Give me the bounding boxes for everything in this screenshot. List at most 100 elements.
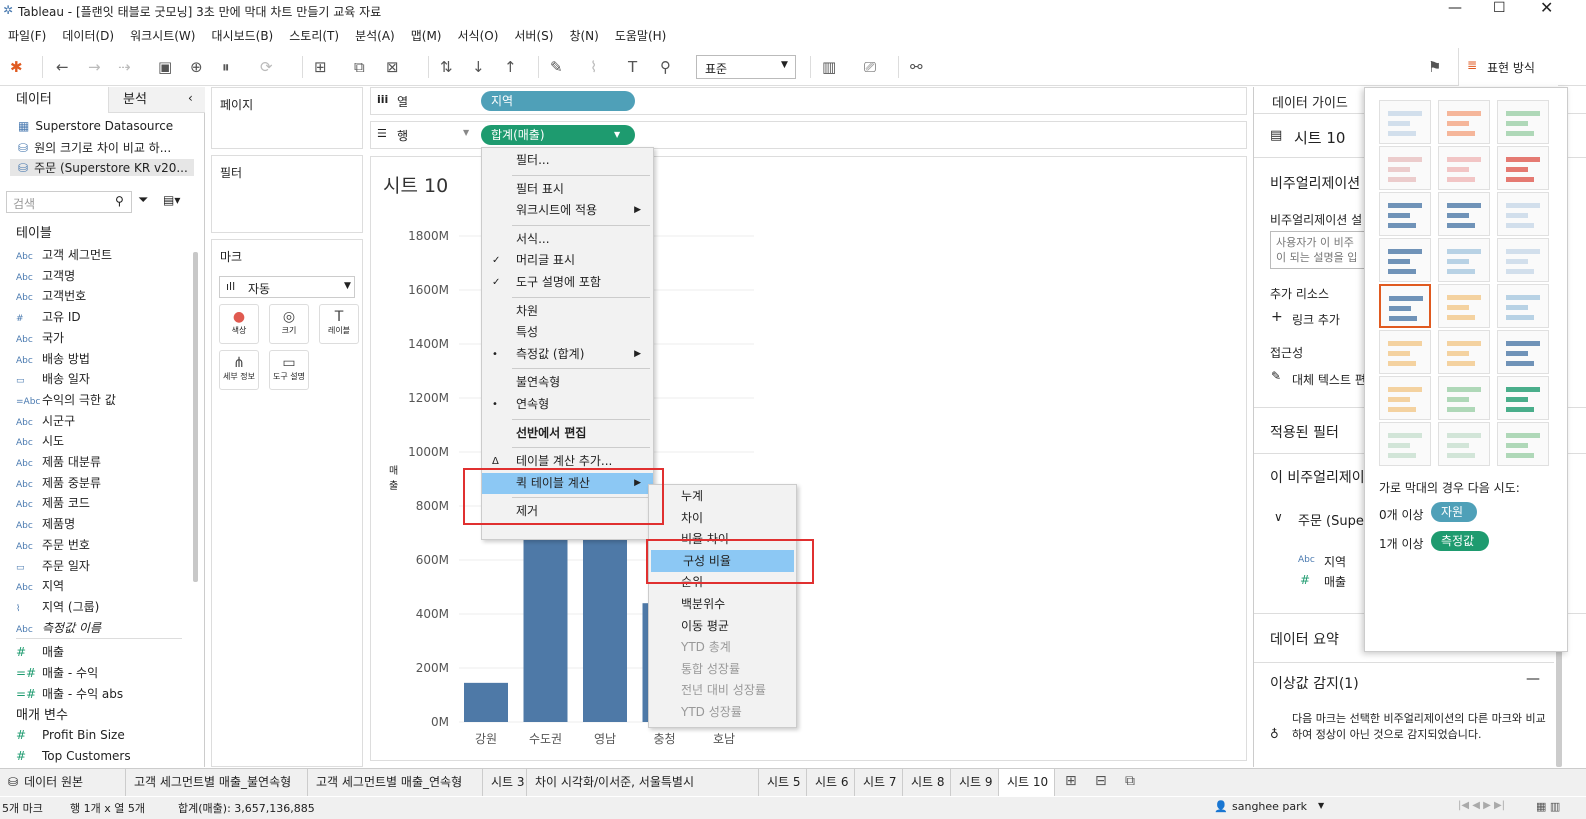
dimension-field[interactable]: ⌇ 지역 (그룹) bbox=[16, 598, 99, 615]
datasource-item[interactable]: ⛁ 주문 (Superstore KR v20... bbox=[10, 159, 194, 176]
dimension-field[interactable]: ▭ 주문 일자 bbox=[16, 557, 90, 574]
view-icons[interactable]: ▦ ▥ bbox=[1536, 800, 1560, 813]
sheet-tab[interactable]: 시트 6 bbox=[807, 769, 855, 796]
search-input[interactable]: 검색 ⚲ bbox=[6, 191, 132, 213]
tableau-home-icon[interactable]: ✱ bbox=[10, 56, 23, 78]
sheet-tab[interactable]: 시트 8 bbox=[903, 769, 951, 796]
dimension-field[interactable]: Abc 제품명 bbox=[16, 515, 75, 532]
filter-icon[interactable]: ⏷ bbox=[138, 193, 148, 208]
new-dashboard-icon[interactable]: ⊟ bbox=[1095, 773, 1107, 789]
refresh-icon[interactable]: ⟳ bbox=[260, 56, 273, 78]
rows-pill[interactable]: 합계(매출) ▼ bbox=[481, 125, 635, 145]
menu-item[interactable]: 데이터(D) bbox=[62, 25, 114, 47]
chart-type-thumbnail[interactable] bbox=[1438, 376, 1490, 420]
measure-field[interactable]: =# 매출 - 수익 bbox=[16, 664, 98, 681]
chevron-down-icon[interactable]: ▼ bbox=[614, 125, 620, 145]
submenu-item[interactable]: 백분위수 bbox=[649, 593, 796, 615]
dimension-field[interactable]: Abc 제품 대분류 bbox=[16, 453, 101, 470]
chart-type-thumbnail[interactable] bbox=[1497, 100, 1549, 144]
clear-sheet-icon[interactable]: ⊠ bbox=[386, 56, 399, 78]
sheet-tab[interactable]: 시트 3 bbox=[483, 769, 527, 796]
sheet-tab[interactable]: 차이 시각화/이서준, 서울특별시 bbox=[527, 769, 759, 796]
context-menu-item[interactable]: 필터... bbox=[482, 150, 653, 171]
chart-type-thumbnail[interactable] bbox=[1497, 376, 1549, 420]
context-menu-item[interactable]: 선반에서 편집 bbox=[482, 423, 653, 444]
dimension-field[interactable]: # 고유 ID bbox=[16, 308, 81, 325]
dimension-field[interactable]: Abc 고객 세그먼트 bbox=[16, 246, 112, 263]
context-menu-item[interactable]: • 연속형 bbox=[482, 394, 653, 415]
chart-type-thumbnail[interactable] bbox=[1379, 284, 1431, 328]
menu-item[interactable]: 서버(S) bbox=[514, 25, 553, 47]
new-story-icon[interactable]: ⧉ bbox=[1125, 773, 1135, 789]
chart-type-thumbnail[interactable] bbox=[1438, 330, 1490, 374]
duplicate-sheet-icon[interactable]: ⧉ bbox=[354, 56, 365, 78]
dimension-field[interactable]: =Abc 수익의 극한 값 bbox=[16, 391, 116, 408]
fit-dropdown[interactable]: 표준 ▼ bbox=[696, 55, 796, 79]
menu-item[interactable]: 분석(A) bbox=[355, 25, 395, 47]
chart-type-thumbnail[interactable] bbox=[1497, 146, 1549, 190]
chevron-down-icon[interactable]: ∨ bbox=[1274, 510, 1283, 524]
dimension-field[interactable]: Abc 시도 bbox=[16, 432, 64, 449]
columns-pill[interactable]: 지역 bbox=[481, 91, 635, 111]
maximize-icon[interactable]: ☐ bbox=[1493, 0, 1506, 16]
submenu-item[interactable]: 이동 평균 bbox=[649, 615, 796, 637]
measure-field[interactable]: =# 매출 - 수익 abs bbox=[16, 685, 123, 702]
dimension-field[interactable]: Abc 주문 번호 bbox=[16, 536, 90, 553]
tooltip-button[interactable]: ▭ 도구 설명 bbox=[269, 350, 309, 390]
dimension-field[interactable]: Abc 국가 bbox=[16, 329, 64, 346]
chart-type-thumbnail[interactable] bbox=[1438, 238, 1490, 282]
show-cards-icon[interactable]: ▥ bbox=[822, 56, 836, 78]
chart-type-thumbnail[interactable] bbox=[1438, 100, 1490, 144]
chart-type-thumbnail[interactable] bbox=[1438, 422, 1490, 466]
chart-type-thumbnail[interactable] bbox=[1497, 422, 1549, 466]
menu-item[interactable]: 도움말(H) bbox=[615, 25, 667, 47]
datasource-item[interactable]: ▦ Superstore Datasource bbox=[18, 119, 198, 133]
plus-icon[interactable]: + bbox=[1271, 309, 1283, 325]
context-menu-item[interactable]: ✓ 도구 설명에 포함 bbox=[482, 272, 653, 293]
group-icon[interactable]: ⌇ bbox=[590, 56, 597, 78]
size-button[interactable]: ◎ 크기 bbox=[269, 304, 309, 344]
sheet-tab[interactable]: 고객 세그먼트별 매출_연속형 bbox=[308, 769, 483, 796]
bar[interactable] bbox=[464, 682, 508, 722]
chart-type-thumbnail[interactable] bbox=[1438, 192, 1490, 236]
chart-type-thumbnail[interactable] bbox=[1379, 376, 1431, 420]
chart-type-thumbnail[interactable] bbox=[1497, 284, 1549, 328]
view-options-icon[interactable]: ▤▾ bbox=[163, 193, 180, 207]
chart-type-thumbnail[interactable] bbox=[1379, 422, 1431, 466]
alt-text-button[interactable]: 대체 텍스트 편 bbox=[1292, 371, 1366, 388]
menu-item[interactable]: 파일(F) bbox=[8, 25, 46, 47]
menu-item[interactable]: 맵(M) bbox=[411, 25, 442, 47]
context-menu-item[interactable]: 차원 bbox=[482, 301, 653, 322]
presentation-icon[interactable]: ⎚ bbox=[864, 56, 876, 78]
chart-type-thumbnail[interactable] bbox=[1379, 192, 1431, 236]
parameter-item[interactable]: # Top Customers bbox=[16, 749, 131, 763]
chart-type-thumbnail[interactable] bbox=[1438, 284, 1490, 328]
context-menu-item[interactable]: 특성 bbox=[482, 322, 653, 343]
sheet-tab[interactable]: 시트 7 bbox=[855, 769, 903, 796]
collapse-icon[interactable]: — bbox=[1526, 671, 1540, 687]
chart-type-thumbnail[interactable] bbox=[1379, 238, 1431, 282]
sheet-tab[interactable]: 시트 9 bbox=[951, 769, 999, 796]
context-menu-item[interactable]: 워크시트에 적용 ▶ bbox=[482, 200, 653, 221]
label-button[interactable]: T 레이블 bbox=[319, 304, 359, 344]
context-menu-item[interactable]: • 측정값 (합계) ▶ bbox=[482, 344, 653, 365]
pencil-icon[interactable]: ✎ bbox=[1271, 369, 1281, 383]
measure-field[interactable]: # 매출 bbox=[16, 643, 64, 660]
sort-asc-icon[interactable]: ↓ bbox=[472, 56, 485, 78]
sheet-tab[interactable]: 시트 10 bbox=[999, 769, 1055, 796]
sheet-tab[interactable]: 시트 5 bbox=[759, 769, 807, 796]
datasource-item[interactable]: ⛁ 원의 크기로 차이 비교 하... bbox=[18, 139, 198, 156]
labels-icon[interactable]: T bbox=[628, 56, 637, 78]
menu-item[interactable]: 서식(O) bbox=[458, 25, 499, 47]
submenu-item[interactable]: 차이 bbox=[649, 507, 796, 529]
context-menu-item[interactable]: 필터 표시 bbox=[482, 179, 653, 200]
replay-icon[interactable]: ⇢ bbox=[118, 56, 131, 78]
sheet-tab[interactable]: 고객 세그먼트별 매출_불연속형 bbox=[126, 769, 308, 796]
chart-type-thumbnail[interactable] bbox=[1379, 146, 1431, 190]
dimension-field[interactable]: Abc 제품 중분류 bbox=[16, 474, 101, 491]
chart-type-thumbnail[interactable] bbox=[1497, 192, 1549, 236]
scrollbar[interactable] bbox=[193, 252, 198, 582]
pages-card[interactable]: 페이지 bbox=[211, 87, 363, 149]
show-me-button[interactable]: ≣ 표현 방식 bbox=[1458, 48, 1558, 86]
context-menu-item[interactable]: ✓ 머리글 표시 bbox=[482, 250, 653, 271]
